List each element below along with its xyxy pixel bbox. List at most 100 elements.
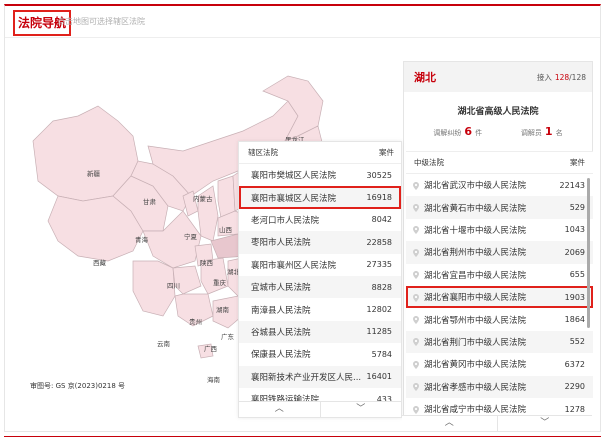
location-pin-icon	[413, 204, 419, 213]
case-count: 1278	[564, 404, 585, 414]
map-label-xinjiang[interactable]: 新疆	[87, 168, 100, 178]
mid-panel-header: 中级法院 案件	[406, 152, 593, 174]
court-name-cell: 襄阳市襄城区人民法院	[251, 192, 336, 204]
map-label-guizhou[interactable]: 贵州	[189, 316, 202, 326]
county-scroll-down-button[interactable]: ﹀	[321, 402, 402, 417]
court-name: 湖北省荆州市中级人民法院	[424, 248, 527, 259]
mid-court-row[interactable]: 湖北省鄂州市中级人民法院 1864	[406, 308, 593, 330]
county-court-row[interactable]: 襄阳市樊城区人民法院 30525	[239, 164, 401, 186]
bottom-divider	[4, 436, 601, 437]
mid-scroll-down-button[interactable]: ﹀	[498, 416, 593, 431]
county-court-row[interactable]: 襄阳市襄州区人民法院 27335	[239, 254, 401, 276]
location-pin-icon	[413, 405, 419, 414]
location-pin-icon	[413, 226, 419, 235]
mid-court-row[interactable]: 湖北省孝感市中级人民法院 2290	[406, 375, 593, 398]
map-label-xizang[interactable]: 西藏	[93, 257, 106, 267]
case-count: 8828	[371, 282, 392, 292]
access-count: 接入 128/128	[537, 72, 586, 83]
court-name-cell: 湖北省孝感市中级人民法院	[413, 381, 526, 393]
county-scroll-up-button[interactable]: ︿	[239, 402, 321, 417]
map-label-hainan[interactable]: 海南	[207, 374, 220, 384]
map-label-guangdong[interactable]: 广东	[221, 331, 234, 341]
court-name-cell: 南漳县人民法院	[251, 304, 311, 316]
county-court-row[interactable]: 保康县人民法院 5784	[239, 343, 401, 365]
court-name: 湖北省咸宁市中级人民法院	[424, 405, 527, 416]
court-name: 襄阳市樊城区人民法院	[251, 171, 337, 182]
county-court-list: 襄阳市樊城区人民法院 30525 襄阳市襄城区人民法院 16918 老河口市人民法院 80…	[239, 164, 401, 410]
case-count: 22143	[559, 180, 585, 190]
court-name: 襄阳市襄州区人民法院	[251, 260, 337, 271]
court-name-cell: 保康县人民法院	[251, 348, 311, 360]
province-name: 湖北	[414, 71, 436, 84]
court-name: 湖北省荆门市中级人民法院	[424, 337, 527, 348]
mid-court-row[interactable]: 湖北省荆门市中级人民法院 552	[406, 330, 593, 354]
mid-col-cases: 案件	[570, 158, 585, 167]
mediators-unit: 名	[555, 129, 563, 137]
court-name-cell: 湖北省襄阳市中级人民法院	[413, 291, 526, 303]
location-pin-icon	[413, 271, 419, 280]
court-name: 湖北省黄石市中级人民法院	[424, 203, 527, 214]
map-label-hunan[interactable]: 湖南	[216, 304, 229, 314]
map-label-gansu[interactable]: 甘肃	[143, 196, 156, 206]
court-name: 南漳县人民法院	[251, 305, 311, 316]
map-label-qinghai[interactable]: 青海	[135, 234, 148, 244]
court-name: 湖北省鄂州市中级人民法院	[424, 315, 527, 326]
court-name: 老河口市人民法院	[251, 215, 320, 226]
mid-court-row[interactable]: 湖北省宜昌市中级人民法院 655	[406, 264, 593, 286]
nav-hint: 点击地图可选择辖区法院	[57, 17, 145, 26]
mid-court-row[interactable]: 湖北省黄石市中级人民法院 529	[406, 196, 593, 219]
county-court-row[interactable]: 襄阳市襄城区人民法院 16918	[239, 186, 401, 209]
mediation-cases-unit: 件	[475, 129, 483, 137]
county-court-row[interactable]: 枣阳市人民法院 22858	[239, 231, 401, 254]
location-pin-icon	[413, 316, 419, 325]
location-pin-icon	[413, 383, 419, 392]
mediation-cases-value: 6	[464, 125, 473, 138]
county-court-row[interactable]: 南漳县人民法院 12802	[239, 298, 401, 320]
court-name: 宜城市人民法院	[251, 283, 311, 294]
court-name: 襄阳新技术产业开发区人民...	[251, 372, 362, 383]
mid-scrollbar[interactable]	[587, 178, 590, 328]
case-count: 1903	[564, 292, 585, 302]
county-court-row[interactable]: 宜城市人民法院 8828	[239, 275, 401, 299]
map-label-sichuan[interactable]: 四川	[167, 280, 180, 290]
court-name: 湖北省武汉市中级人民法院	[424, 181, 527, 192]
court-name-cell: 谷城县人民法院	[251, 326, 311, 338]
map-label-guangxi[interactable]: 广西	[204, 343, 217, 353]
map-label-chongqing[interactable]: 重庆	[213, 277, 226, 287]
court-name: 湖北省十堰市中级人民法院	[424, 225, 527, 236]
county-panel-header: 辖区法院 案件	[239, 142, 401, 164]
county-court-row[interactable]: 老河口市人民法院 8042	[239, 209, 401, 231]
court-name-cell: 湖北省咸宁市中级人民法院	[413, 403, 526, 415]
court-name-cell: 湖北省黄石市中级人民法院	[413, 202, 526, 214]
access-label: 接入	[536, 72, 552, 82]
court-name-cell: 宜城市人民法院	[251, 281, 311, 293]
location-pin-icon	[413, 181, 419, 190]
court-name-cell: 老河口市人民法院	[251, 214, 319, 226]
mid-scroll-up-button[interactable]: ︿	[402, 416, 498, 431]
mediators-value: 1	[544, 125, 553, 138]
county-court-row[interactable]: 谷城县人民法院 11285	[239, 320, 401, 344]
case-count: 22858	[366, 237, 392, 247]
case-count: 12802	[366, 305, 392, 315]
court-name-cell: 枣阳市人民法院	[251, 236, 311, 248]
court-name-cell: 湖北省荆州市中级人民法院	[413, 246, 526, 258]
case-count: 552	[569, 337, 585, 347]
mid-court-row[interactable]: 湖北省十堰市中级人民法院 1043	[406, 219, 593, 241]
mid-court-row[interactable]: 湖北省武汉市中级人民法院 22143	[406, 174, 593, 196]
case-count: 5784	[371, 349, 392, 359]
mid-court-row[interactable]: 湖北省荆州市中级人民法院 2069	[406, 241, 593, 264]
map-label-shanxi[interactable]: 山西	[219, 224, 232, 234]
case-count: 2290	[564, 382, 585, 392]
map-label-yunnan[interactable]: 云南	[157, 338, 170, 348]
mid-court-row[interactable]: 湖北省襄阳市中级人民法院 1903	[406, 285, 593, 309]
intermediate-court-panel: 中级法院 案件 湖北省武汉市中级人民法院 22143 湖北省黄石市中级人民法院 529…	[406, 151, 593, 418]
map-label-neimenggu[interactable]: 内蒙古	[193, 193, 213, 203]
high-court-title[interactable]: 湖北省高级人民法院	[404, 104, 592, 117]
access-value: 128	[554, 72, 570, 82]
map-label-shaanxi[interactable]: 陕西	[200, 257, 213, 267]
map-label-ningxia[interactable]: 宁夏	[184, 231, 197, 241]
county-court-row[interactable]: 襄阳新技术产业开发区人民... 16401	[239, 365, 401, 388]
court-name-cell: 湖北省十堰市中级人民法院	[413, 224, 526, 236]
case-count: 16401	[366, 372, 392, 382]
mid-court-row[interactable]: 湖北省黄冈市中级人民法院 6372	[406, 353, 593, 375]
